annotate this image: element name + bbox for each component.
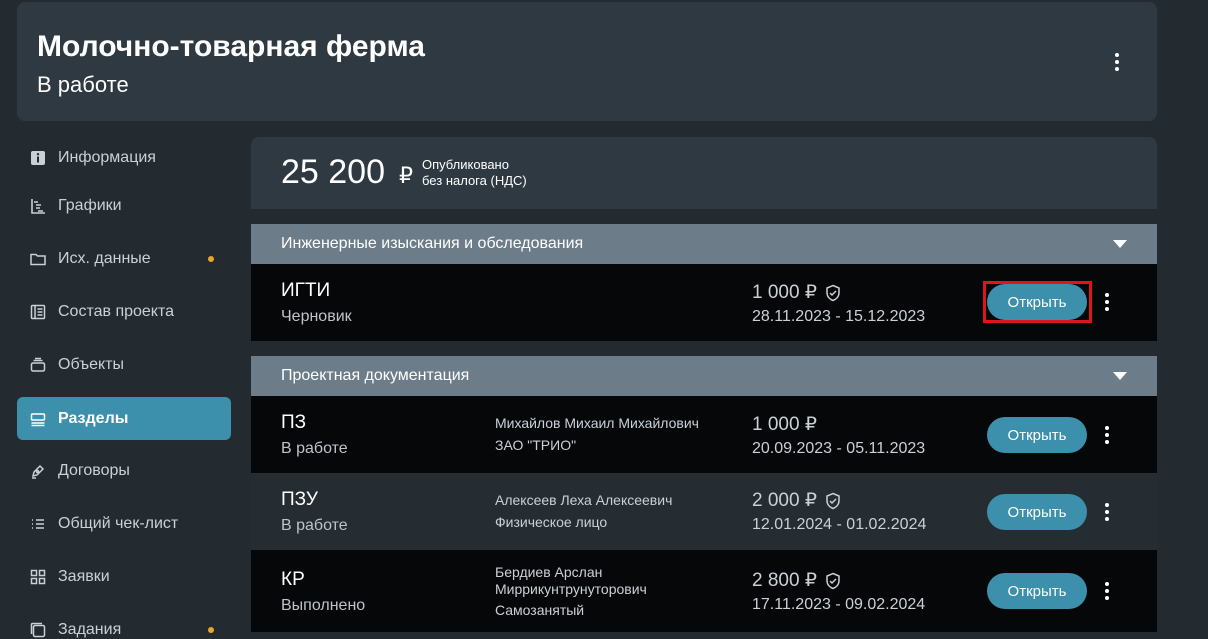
checklist-icon: [29, 515, 47, 533]
section-status: В работе: [281, 517, 348, 534]
sections-icon: [29, 410, 47, 428]
sidebar-item-label: Графики: [58, 196, 122, 214]
row-menu-kebab-icon[interactable]: [1097, 421, 1117, 449]
shield-check-icon: [826, 492, 840, 509]
section-code: КР: [281, 569, 305, 590]
shield-check-icon: [826, 284, 840, 301]
currency-sign: ₽: [399, 163, 413, 188]
section-dates: 20.09.2023 - 05.11.2023: [752, 440, 926, 457]
tasks-icon: [29, 621, 47, 639]
sidebar-item-label: Исх. данные: [58, 249, 151, 267]
caret-down-icon[interactable]: [1113, 372, 1127, 380]
section-status: В работе: [281, 440, 348, 457]
section-price-value: 1 000 ₽: [752, 282, 817, 303]
row-menu-kebab-icon[interactable]: [1097, 498, 1117, 526]
section-code: ПЗ: [281, 412, 307, 433]
objects-stack-icon: [29, 356, 47, 374]
section-price-value: 2 000 ₽: [752, 490, 817, 511]
project-status: В работе: [37, 72, 129, 97]
folder-icon: [29, 250, 47, 268]
section-price: 1 000 ₽: [752, 281, 841, 304]
total-amount: 25 200: [281, 153, 385, 191]
section-price-value: 2 800 ₽: [752, 570, 817, 591]
sidebar-item-charts[interactable]: Графики: [17, 184, 231, 227]
sidebar-item-info[interactable]: Информация: [17, 136, 231, 179]
section-row-kr: КР Выполнено Бердиев Арслан Миррикунтрун…: [251, 550, 1157, 632]
section-assignee: Михайлов Михаил Михайлович ЗАО "ТРИО": [495, 415, 699, 454]
sidebar-item-label: Объекты: [58, 355, 124, 373]
section-price-value: 1 000 ₽: [752, 414, 817, 435]
section-dates: 17.11.2023 - 09.02.2024: [752, 596, 926, 613]
open-button[interactable]: Открыть: [987, 494, 1087, 530]
section-dates: 12.01.2024 - 01.02.2024: [752, 516, 927, 533]
section-price: 1 000 ₽: [752, 413, 817, 436]
sidebar-item-checklist[interactable]: Общий чек-лист: [17, 502, 231, 545]
sidebar-item-tasks[interactable]: Задания: [17, 608, 231, 639]
sidebar-item-objects[interactable]: Объекты: [17, 343, 231, 386]
project-menu-kebab-icon[interactable]: [1107, 48, 1127, 76]
sidebar-item-project-composition[interactable]: Состав проекта: [17, 290, 231, 333]
open-button[interactable]: Открыть: [987, 417, 1087, 453]
section-dates: 28.11.2023 - 15.12.2023: [752, 308, 926, 325]
grid-icon: [29, 568, 47, 586]
assignee-line: ЗАО "ТРИО": [495, 437, 577, 453]
open-button[interactable]: Открыть: [987, 573, 1087, 609]
section-price: 2 800 ₽: [752, 569, 841, 592]
document-list-icon: [29, 303, 47, 321]
section-row-pz: ПЗ В работе Михайлов Михаил Михайлович З…: [251, 396, 1157, 473]
sidebar-item-label: Информация: [58, 148, 156, 166]
section-assignee: Бердиев Арслан Миррикунтрунуторович Само…: [495, 564, 647, 619]
section-assignee: Алексеев Леха Алексеевич Физическое лицо: [495, 492, 672, 531]
sidebar-item-label: Заявки: [58, 567, 110, 585]
caret-down-icon[interactable]: [1113, 240, 1127, 248]
sidebar-item-sections[interactable]: Разделы: [17, 397, 231, 440]
group-header-project-docs[interactable]: Проектная документация: [251, 356, 1157, 396]
assignee-line: Михайлов Михаил Михайлович: [495, 415, 699, 431]
notification-dot: [208, 626, 214, 633]
section-price: 2 000 ₽: [752, 489, 841, 512]
open-button[interactable]: Открыть: [987, 284, 1087, 320]
sidebar-item-label: Договоры: [58, 461, 130, 479]
group-title: Инженерные изыскания и обследования: [281, 235, 584, 252]
group-header-surveys[interactable]: Инженерные изыскания и обследования: [251, 224, 1157, 264]
section-row-pzu: ПЗУ В работе Алексеев Леха Алексеевич Фи…: [251, 473, 1157, 550]
price-note-line: без налога (НДС): [422, 173, 527, 188]
sidebar-item-source-data[interactable]: Исх. данные: [17, 237, 231, 280]
assignee-line: Миррикунтрунуторович: [495, 581, 647, 597]
sidebar-item-requests[interactable]: Заявки: [17, 555, 231, 598]
assignee-line: Бердиев Арслан: [495, 564, 603, 580]
sidebar-item-label: Разделы: [58, 409, 129, 427]
notification-dot: [208, 255, 214, 262]
pen-icon: [29, 462, 47, 480]
group-title: Проектная документация: [281, 367, 470, 384]
section-code: ИГТИ: [281, 280, 331, 301]
section-row-igti: ИГТИ Черновик 1 000 ₽ 28.11.2023 - 15.12…: [251, 264, 1157, 341]
sidebar-item-contracts[interactable]: Договоры: [17, 449, 231, 492]
section-status: Черновик: [281, 308, 352, 325]
price-summary: 25 200 ₽ Опубликовано без налога (НДС): [251, 137, 1157, 209]
project-header: Молочно-товарная ферма В работе: [17, 2, 1157, 121]
price-note: Опубликовано без налога (НДС): [422, 157, 527, 189]
assignee-line: Физическое лицо: [495, 514, 608, 530]
row-menu-kebab-icon[interactable]: [1097, 577, 1117, 605]
row-menu-kebab-icon[interactable]: [1097, 288, 1117, 316]
sidebar-item-label: Задания: [58, 620, 122, 638]
section-status: Выполнено: [281, 597, 366, 614]
assignee-line: Самозанятый: [495, 602, 585, 618]
assignee-line: Алексеев Леха Алексеевич: [495, 492, 673, 508]
gantt-chart-icon: [29, 197, 47, 215]
sidebar-item-label: Состав проекта: [58, 302, 175, 320]
info-icon: [29, 149, 47, 167]
sidebar-item-label: Общий чек-лист: [58, 514, 179, 532]
project-title: Молочно-товарная ферма: [37, 30, 425, 63]
section-code: ПЗУ: [281, 489, 318, 510]
price-note-line: Опубликовано: [422, 157, 509, 172]
shield-check-icon: [826, 572, 840, 589]
